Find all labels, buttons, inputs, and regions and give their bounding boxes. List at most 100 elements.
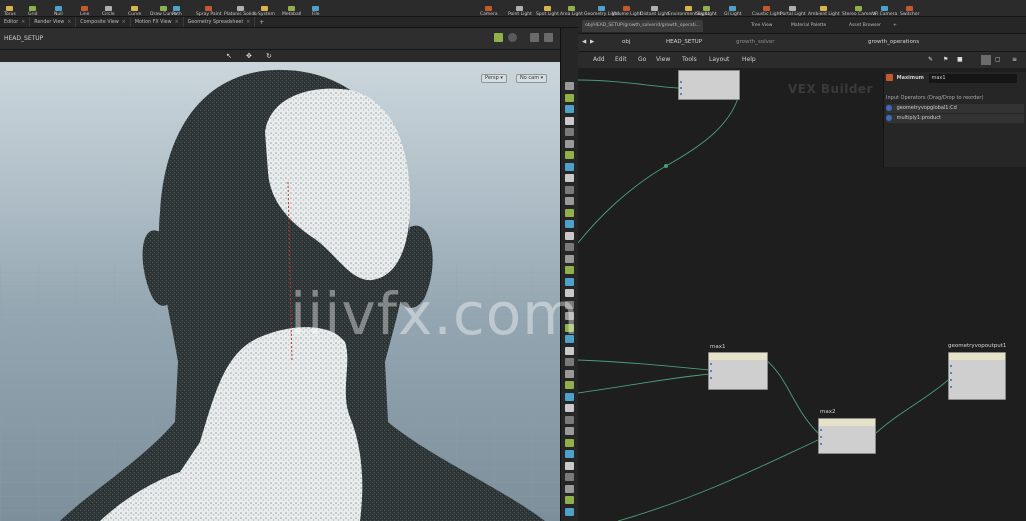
node-geometry-output[interactable] xyxy=(948,352,1006,400)
viewport-tool-icon[interactable] xyxy=(565,151,574,159)
input-port[interactable] xyxy=(950,386,952,388)
viewport-tool-icon[interactable] xyxy=(565,254,574,263)
shelf-tool-switcher[interactable]: Switcher xyxy=(900,0,920,17)
shelf-tool-camera[interactable]: Camera xyxy=(480,0,498,17)
persp-dropdown[interactable]: Persp ▾ xyxy=(481,74,507,83)
input-port[interactable] xyxy=(680,87,682,89)
tab-composite-view[interactable]: Composite View × xyxy=(76,17,131,27)
wrench-icon[interactable]: ✎ xyxy=(928,56,933,63)
viewport-tool-icon[interactable] xyxy=(565,473,574,481)
shelf-tool-torus[interactable]: Torus xyxy=(4,0,16,17)
input-port[interactable] xyxy=(710,363,712,365)
shelf-tool-volume-light[interactable]: Volume Light xyxy=(612,0,641,17)
viewport-tool-icon[interactable] xyxy=(565,162,574,171)
camera-dropdown[interactable]: No cam ▾ xyxy=(516,74,548,83)
shelf-tool-gi-light[interactable]: GI Light xyxy=(724,0,741,17)
viewport-tool-icon[interactable] xyxy=(565,392,574,401)
viewport-tool-icon[interactable] xyxy=(565,404,574,412)
breadcrumb-growth-solver[interactable]: growth_solver xyxy=(736,38,775,47)
input-port[interactable] xyxy=(950,365,952,367)
viewport-tool-icon[interactable] xyxy=(565,82,574,90)
shelf-tool-null[interactable]: Null xyxy=(54,0,63,17)
select-icon[interactable]: ↖ xyxy=(226,52,232,60)
shelf-tool-point-light[interactable]: Point Light xyxy=(508,0,532,17)
viewport-tool-icon[interactable] xyxy=(565,358,574,366)
input-operator-row[interactable]: geometryvopglobal1:Cd xyxy=(886,104,1024,113)
menu-layout[interactable]: Layout xyxy=(709,56,729,63)
menu-tools[interactable]: Tools xyxy=(682,56,697,63)
shelf-tool-area-light[interactable]: Area Light xyxy=(560,0,583,17)
network-canvas[interactable]: VEX Builder max1 max2 geometryvopoutput1… xyxy=(578,68,1026,521)
viewport-tool-icon[interactable] xyxy=(565,197,574,205)
shelf-tool-file[interactable]: File xyxy=(312,0,320,17)
input-port[interactable] xyxy=(680,93,682,95)
viewport-tool-icon[interactable] xyxy=(565,266,574,274)
transform-icon[interactable]: ✥ xyxy=(246,52,252,60)
close-icon[interactable]: × xyxy=(21,17,25,28)
tab-network-path[interactable]: obj/HEAD_SETUP/growth_solver/d/growth_op… xyxy=(582,20,703,32)
input-port[interactable] xyxy=(710,377,712,379)
node-name-field[interactable]: max1 xyxy=(929,74,1018,83)
network-node[interactable] xyxy=(678,70,740,100)
list-view-icon[interactable] xyxy=(981,55,991,65)
stop-icon[interactable]: ■ xyxy=(957,56,963,63)
viewport-tool-icon[interactable] xyxy=(565,507,574,516)
input-operator-row[interactable]: multiply1:product xyxy=(886,114,1024,123)
viewport-tool-icon[interactable] xyxy=(565,116,574,125)
shelf-tool-stereo-camera[interactable]: Stereo Camera xyxy=(842,0,876,17)
menu-go[interactable]: Go xyxy=(638,56,646,63)
viewport-tool-icon[interactable] xyxy=(565,93,574,102)
shelf-tool-ambient-light[interactable]: Ambient Light xyxy=(808,0,840,17)
back-icon[interactable]: ◀ xyxy=(582,38,586,47)
shelf-tool-distant-light[interactable]: Distant Light xyxy=(640,0,669,17)
input-port[interactable] xyxy=(950,379,952,381)
tab-material-palette[interactable]: Material Palette xyxy=(788,20,829,32)
add-tab-button[interactable]: + xyxy=(890,20,900,32)
viewport-tool-icon[interactable] xyxy=(565,174,574,182)
shelf-tool-path[interactable]: Path xyxy=(172,0,182,17)
menu-edit[interactable]: Edit xyxy=(615,56,627,63)
tile-view-icon[interactable]: ▢ xyxy=(995,56,1001,63)
menu-help[interactable]: Help xyxy=(742,56,756,63)
viewport-tool-icon[interactable] xyxy=(565,185,574,194)
viewport-tool-icon[interactable] xyxy=(565,427,574,435)
pin-icon[interactable] xyxy=(494,33,503,42)
viewport-tool-icon[interactable] xyxy=(565,220,574,228)
viewport-options-icon[interactable] xyxy=(508,33,517,42)
shelf-tool-spray-paint[interactable]: Spray Paint xyxy=(196,0,222,17)
shelf-tool-line[interactable]: Line xyxy=(80,0,89,17)
shelf-tool-grid[interactable]: Grid xyxy=(28,0,37,17)
tab-motion-fx-view[interactable]: Motion FX View × xyxy=(131,17,184,27)
node-max2[interactable] xyxy=(818,418,876,454)
viewport-tool-icon[interactable] xyxy=(565,128,574,136)
shelf-tool-sky-light[interactable]: Sky Light xyxy=(696,0,717,17)
tab-tree-view[interactable]: Tree View xyxy=(748,20,776,32)
tab-render-view[interactable]: Render View × xyxy=(30,17,77,28)
breadcrumb-growth-operations[interactable]: growth_operations xyxy=(868,38,919,47)
add-tab-button[interactable]: + xyxy=(255,17,268,27)
flag-icon[interactable]: ⚑ xyxy=(943,56,948,63)
input-port[interactable] xyxy=(950,372,952,374)
viewport-tool-icon[interactable] xyxy=(565,208,574,217)
viewport-tool-icon[interactable] xyxy=(565,381,574,389)
shelf-tool-curve[interactable]: Curve xyxy=(128,0,141,17)
input-port[interactable] xyxy=(820,436,822,438)
shelf-tool-l-system[interactable]: L-System xyxy=(254,0,275,17)
tab-asset-browser[interactable]: Asset Browser xyxy=(846,20,884,32)
viewport-tool-icon[interactable] xyxy=(565,243,574,251)
shelf-tool-portal-light[interactable]: Portal Light xyxy=(780,0,806,17)
shelf-tool-vr-camera[interactable]: VR Camera xyxy=(872,0,897,17)
menu-view[interactable]: View xyxy=(656,56,670,63)
viewport-tool-icon[interactable] xyxy=(565,450,574,458)
viewport-tool-icon[interactable] xyxy=(565,105,574,113)
close-icon[interactable]: × xyxy=(246,17,250,28)
breadcrumb-head-setup[interactable]: HEAD_SETUP xyxy=(666,38,702,47)
viewport-tool-icon[interactable] xyxy=(565,438,574,447)
shelf-tool-metaball[interactable]: Metaball xyxy=(282,0,301,17)
rotate-icon[interactable]: ↻ xyxy=(266,52,272,60)
input-port[interactable] xyxy=(680,81,682,83)
close-icon[interactable]: × xyxy=(67,17,71,28)
close-icon[interactable]: × xyxy=(122,17,126,28)
layout-icon[interactable] xyxy=(544,33,553,42)
close-icon[interactable]: × xyxy=(175,17,179,28)
